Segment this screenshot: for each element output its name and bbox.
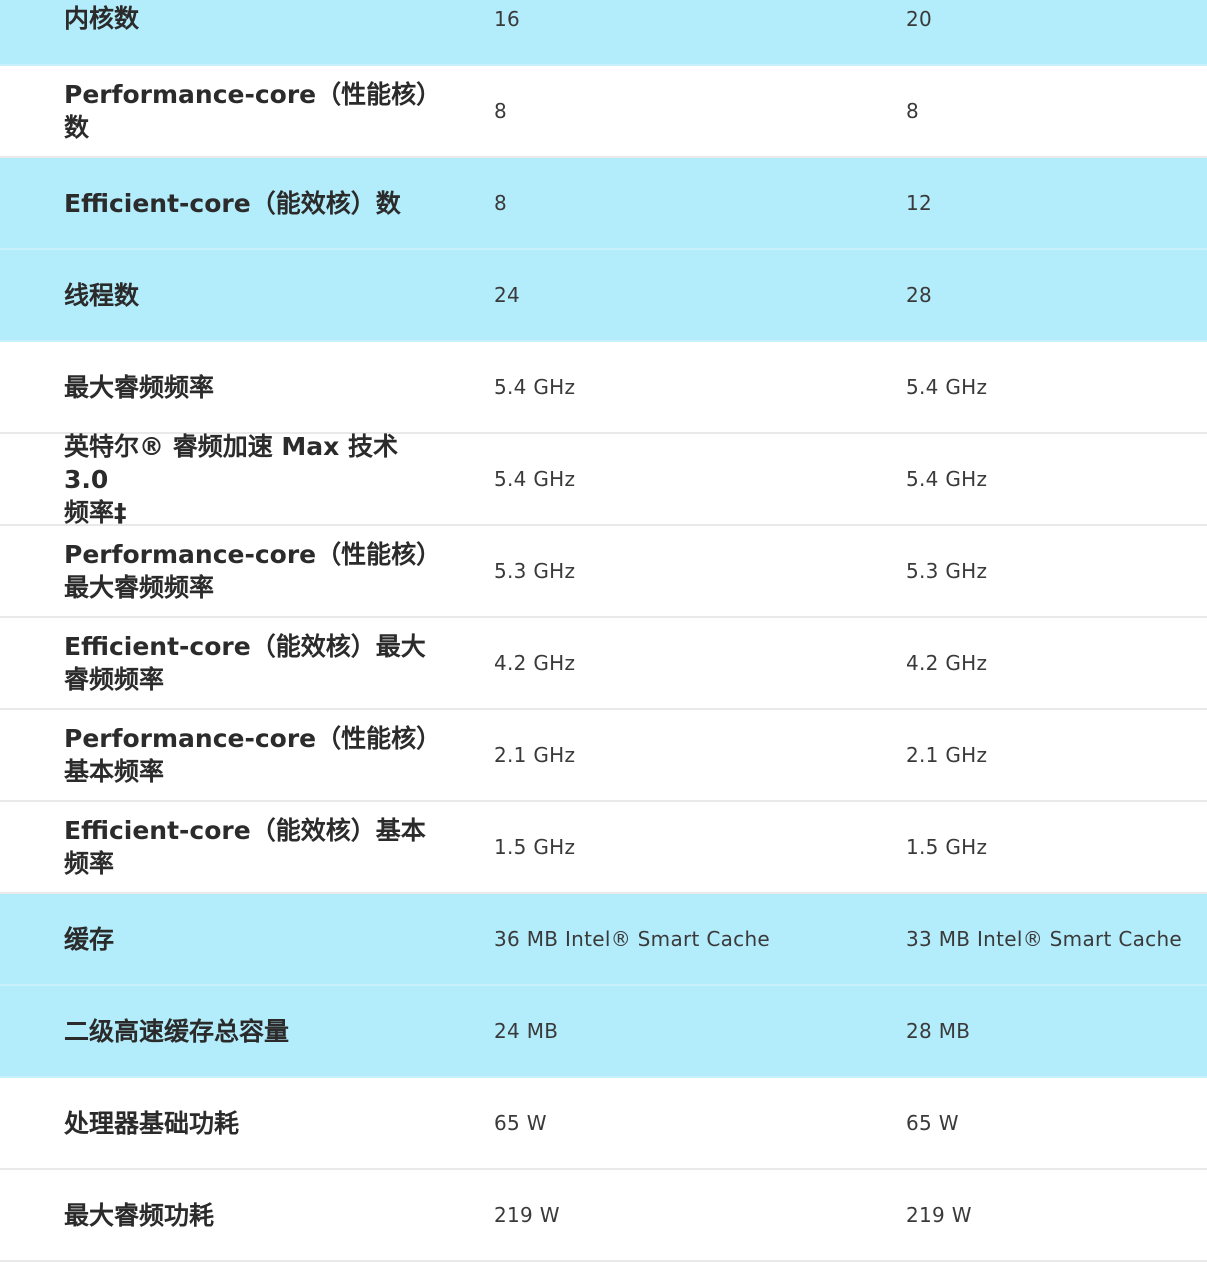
spec-label: Efficient-core（能效核）数 <box>64 188 401 218</box>
spec-label: 缓存 <box>64 924 115 954</box>
spec-value-col1: 24 MB <box>494 1019 559 1043</box>
spec-value-col1: 5.4 GHz <box>494 375 576 399</box>
spec-row-e-core-max-turbo: Efficient-core（能效核）最大 睿频频率 4.2 GHz 4.2 G… <box>0 618 1207 710</box>
spec-value-col1: 219 W <box>494 1203 560 1227</box>
spec-value-col2: 28 <box>906 283 933 307</box>
spec-label: 英特尔® 睿频加速 Max 技术 3.0 频率‡ <box>64 431 398 527</box>
spec-value-col2: 28 MB <box>906 1019 971 1043</box>
spec-row-cache: 缓存 36 MB Intel® Smart Cache 33 MB Intel®… <box>0 894 1207 986</box>
spec-value-col1: 4.2 GHz <box>494 651 576 675</box>
spec-value-col1: 8 <box>494 191 508 215</box>
spec-value-col1: 8 <box>494 99 508 123</box>
spec-row-e-cores: Efficient-core（能效核）数 8 12 <box>0 158 1207 250</box>
spec-row-max-turbo: 最大睿频频率 5.4 GHz 5.4 GHz <box>0 342 1207 434</box>
spec-row-base-power: 处理器基础功耗 65 W 65 W <box>0 1078 1207 1170</box>
spec-row-p-core-base: Performance-core（性能核） 基本频率 2.1 GHz 2.1 G… <box>0 710 1207 802</box>
spec-label: 处理器基础功耗 <box>64 1108 240 1138</box>
spec-row-threads: 线程数 24 28 <box>0 250 1207 342</box>
spec-value-col2: 33 MB Intel® Smart Cache <box>906 927 1183 951</box>
spec-row-cores: 内核数 16 20 <box>0 0 1207 66</box>
spec-label: Efficient-core（能效核）基本 频率 <box>64 816 426 878</box>
spec-value-col1: 16 <box>494 6 521 31</box>
spec-label: 线程数 <box>64 280 140 310</box>
spec-row-max-turbo-power: 最大睿频功耗 219 W 219 W <box>0 1170 1207 1262</box>
spec-label: 最大睿频频率 <box>64 372 215 402</box>
spec-value-col1: 2.1 GHz <box>494 743 576 767</box>
spec-label: Performance-core（性能核） 基本频率 <box>64 724 442 786</box>
spec-row-turbo-max-3: 英特尔® 睿频加速 Max 技术 3.0 频率‡ 5.4 GHz 5.4 GHz <box>0 432 1207 527</box>
spec-label: 最大睿频功耗 <box>64 1200 215 1230</box>
spec-value-col2: 5.4 GHz <box>906 375 988 399</box>
spec-row-p-cores: Performance-core（性能核） 数 8 8 <box>0 66 1207 158</box>
spec-value-col2: 5.3 GHz <box>906 559 988 583</box>
spec-value-col2: 8 <box>906 99 920 123</box>
spec-value-col2: 4.2 GHz <box>906 651 988 675</box>
spec-value-col2: 5.4 GHz <box>906 467 988 491</box>
spec-label: 二级高速缓存总容量 <box>64 1016 290 1046</box>
spec-value-col2: 12 <box>906 191 933 215</box>
spec-value-col2: 2.1 GHz <box>906 743 988 767</box>
spec-comparison-table: 内核数 16 20 Performance-core（性能核） 数 8 8 Ef… <box>0 0 1207 1262</box>
spec-label: Performance-core（性能核） 数 <box>64 80 442 142</box>
spec-row-e-core-base: Efficient-core（能效核）基本 频率 1.5 GHz 1.5 GHz <box>0 802 1207 894</box>
spec-value-col1: 65 W <box>494 1111 547 1135</box>
spec-value-col1: 5.4 GHz <box>494 467 576 491</box>
spec-label: 内核数 <box>64 4 140 33</box>
spec-value-col2: 65 W <box>906 1111 959 1135</box>
spec-row-l2-cache: 二级高速缓存总容量 24 MB 28 MB <box>0 986 1207 1078</box>
spec-value-col1: 1.5 GHz <box>494 835 576 859</box>
spec-value-col1: 36 MB Intel® Smart Cache <box>494 927 771 951</box>
spec-value-col2: 1.5 GHz <box>906 835 988 859</box>
spec-label: Efficient-core（能效核）最大 睿频频率 <box>64 632 426 694</box>
spec-value-col1: 24 <box>494 283 521 307</box>
spec-row-p-core-max-turbo: Performance-core（性能核） 最大睿频频率 5.3 GHz 5.3… <box>0 526 1207 618</box>
spec-value-col1: 5.3 GHz <box>494 559 576 583</box>
spec-label: Performance-core（性能核） 最大睿频频率 <box>64 540 442 602</box>
spec-value-col2: 219 W <box>906 1203 972 1227</box>
spec-value-col2: 20 <box>906 6 933 31</box>
